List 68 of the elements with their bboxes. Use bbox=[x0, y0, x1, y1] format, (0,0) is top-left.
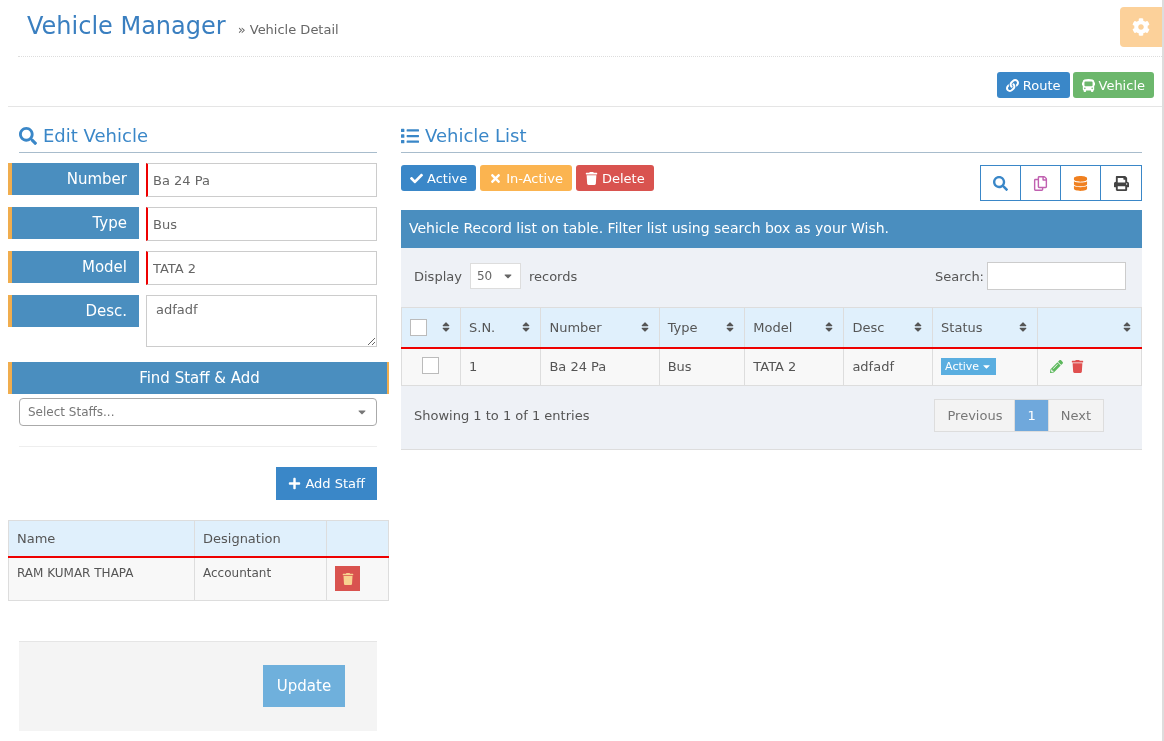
input-field[interactable]: adfadf bbox=[146, 295, 377, 347]
section-title: Vehicle List bbox=[425, 125, 527, 146]
settings-button[interactable] bbox=[1120, 7, 1162, 47]
trash-icon bbox=[341, 572, 354, 585]
nav-button[interactable]: Vehicle bbox=[1072, 72, 1154, 98]
table-cell: adfadf bbox=[843, 347, 933, 386]
trash-icon bbox=[584, 171, 598, 185]
add-staff-button[interactable]: Add Staff bbox=[276, 467, 377, 500]
pagination-button[interactable]: Previous bbox=[935, 400, 1016, 431]
table-cell: Bus bbox=[659, 347, 745, 386]
column-header[interactable]: Type bbox=[667, 319, 698, 335]
section-title: Edit Vehicle bbox=[43, 125, 148, 146]
search-icon bbox=[19, 126, 37, 145]
table-cell: 1 bbox=[460, 347, 541, 386]
database-icon bbox=[1073, 175, 1088, 191]
breadcrumb: » Vehicle Detail bbox=[237, 22, 339, 37]
pencil-icon[interactable] bbox=[1050, 360, 1063, 374]
printer-icon bbox=[1113, 175, 1129, 191]
input-field[interactable]: Bus bbox=[146, 207, 377, 241]
action-button[interactable]: Delete bbox=[575, 165, 654, 191]
column-header[interactable]: S.N. bbox=[469, 319, 496, 335]
checkbox[interactable] bbox=[422, 356, 439, 374]
cross-icon bbox=[489, 171, 503, 185]
table-cell: RAM KUMAR THAPA bbox=[8, 557, 195, 600]
input-field[interactable]: TATA 2 bbox=[146, 251, 377, 285]
table-cell: TATA 2 bbox=[744, 347, 844, 386]
search-field[interactable] bbox=[987, 262, 1126, 290]
table-cell: Accountant bbox=[194, 557, 327, 600]
entries-summary: Showing 1 to 1 of 1 entries bbox=[414, 408, 590, 423]
sort-icon bbox=[1017, 321, 1029, 334]
info-banner: Vehicle Record list on table. Filter list using search box as your Wish. bbox=[401, 210, 1142, 248]
plus-icon bbox=[288, 477, 302, 490]
page-title: Vehicle Manager bbox=[27, 12, 226, 40]
sort-icon bbox=[1121, 321, 1133, 334]
column-header: Designation bbox=[194, 520, 327, 557]
nav-button[interactable]: Route bbox=[996, 72, 1070, 98]
page-size-select[interactable]: 50 bbox=[469, 263, 521, 289]
bus-icon bbox=[1081, 78, 1095, 92]
checkbox[interactable] bbox=[410, 318, 427, 336]
column-header: Name bbox=[8, 520, 195, 557]
field-label: Model bbox=[8, 251, 139, 283]
field-label: Desc. bbox=[8, 295, 139, 327]
delete-button[interactable] bbox=[335, 566, 360, 591]
column-header[interactable]: Desc bbox=[852, 319, 885, 335]
copy-icon bbox=[1033, 175, 1048, 191]
records-label: records bbox=[528, 268, 578, 284]
input-field[interactable]: Ba 24 Pa bbox=[146, 163, 377, 197]
search-icon bbox=[993, 175, 1008, 191]
select-field[interactable]: Select Staffs... bbox=[19, 398, 377, 426]
column-header[interactable]: Number bbox=[549, 319, 602, 335]
pagination-button[interactable]: Next bbox=[1048, 400, 1103, 431]
sort-icon bbox=[440, 321, 452, 334]
list-icon bbox=[401, 126, 419, 145]
search-label: Search: bbox=[934, 268, 984, 284]
display-label: Display bbox=[414, 268, 462, 284]
check-icon bbox=[410, 171, 423, 185]
section-header: Find Staff & Add bbox=[8, 362, 389, 394]
status-dropdown[interactable]: Active bbox=[941, 358, 997, 376]
trash-icon[interactable] bbox=[1071, 360, 1084, 374]
gear-icon bbox=[1132, 18, 1150, 36]
column-header[interactable]: Status bbox=[941, 319, 983, 335]
field-label: Number bbox=[8, 163, 139, 195]
field-label: Type bbox=[8, 207, 139, 239]
link-icon bbox=[1005, 78, 1019, 92]
table-cell: Ba 24 Pa bbox=[540, 347, 660, 386]
pagination-button[interactable]: 1 bbox=[1015, 400, 1049, 431]
column-header[interactable]: Model bbox=[753, 319, 793, 335]
action-button[interactable]: Active bbox=[401, 165, 477, 191]
